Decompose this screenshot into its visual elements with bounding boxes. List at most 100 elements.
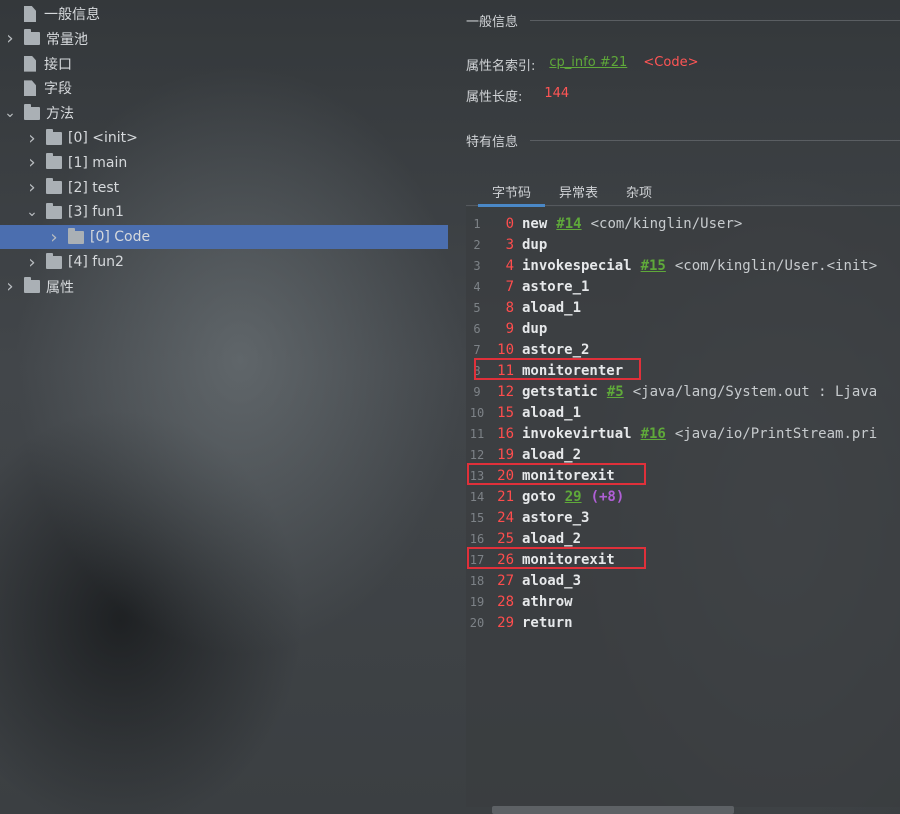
opcode: aload_2 — [522, 530, 582, 547]
branch-offset: (+8) — [590, 488, 625, 505]
tab-bytecode[interactable]: 字节码 — [478, 178, 546, 207]
chevron-right-icon[interactable]: › — [26, 151, 38, 175]
opcode: astore_3 — [522, 509, 590, 526]
line-number: 3 — [473, 258, 481, 273]
bytecode-offset: 7 — [505, 278, 514, 295]
tree-item[interactable]: ⌄ 方法 — [0, 101, 448, 125]
bytecode-line: 6 9 dup — [466, 318, 547, 339]
chevron-right-icon[interactable]: › — [26, 126, 38, 150]
bytecode-offset: 15 — [497, 404, 514, 421]
chevron-down-icon[interactable]: ⌄ — [4, 101, 16, 125]
bytecode-offset: 25 — [497, 530, 514, 547]
name-index-row: 属性名索引: cp_info #21 <Code> — [466, 55, 698, 74]
tree-item-label: [0] <init> — [68, 130, 138, 146]
bytecode-offset: 10 — [497, 341, 514, 358]
chevron-down-icon[interactable]: ⌄ — [26, 200, 38, 224]
bytecode-line: 7 10 astore_2 — [466, 339, 589, 360]
opcode: goto — [522, 488, 556, 505]
opcode: invokevirtual — [522, 425, 632, 442]
tree-item-label: 常量池 — [46, 31, 88, 48]
bytecode-offset: 16 — [497, 425, 514, 442]
tree-item[interactable]: › [2] test — [0, 176, 448, 200]
length-value: 144 — [544, 86, 570, 101]
constant-ref-link[interactable]: #16 — [641, 426, 666, 442]
tree-item[interactable]: 一般信息 — [0, 2, 448, 26]
file-icon — [24, 6, 36, 22]
opcode: dup — [522, 236, 548, 253]
line-number: 14 — [469, 489, 485, 504]
bytecode-line: 3 4 invokespecial #15 <com/kinglin/User.<ini… — [466, 255, 877, 276]
tree-item[interactable]: › [1] main — [0, 151, 448, 175]
tab-exception-table[interactable]: 异常表 — [545, 178, 612, 206]
tree-item-label: 方法 — [46, 106, 74, 123]
name-index-value: <Code> — [643, 55, 699, 70]
operand-comment: <com/kinglin/User> — [590, 215, 743, 232]
bytecode-offset: 19 — [497, 446, 514, 463]
cp-info-link[interactable]: cp_info #21 — [549, 55, 627, 70]
tree-item[interactable]: ⌄ [3] fun1 — [0, 200, 448, 224]
tree-item[interactable]: 接口 — [0, 52, 448, 76]
general-info-title: 一般信息 — [466, 14, 519, 30]
opcode: aload_1 — [522, 299, 582, 316]
horizontal-scrollbar[interactable] — [492, 806, 734, 814]
bytecode-offset: 29 — [497, 614, 514, 631]
line-number: 7 — [473, 342, 481, 357]
class-structure-tree: 一般信息 › 常量池 接口 字段 ⌄ 方法 › [0] <init> › [1] main › [2] … — [0, 0, 448, 814]
opcode: return — [522, 614, 573, 631]
line-number: 12 — [469, 447, 485, 462]
folder-icon — [46, 128, 62, 145]
bytecode-offset: 27 — [497, 572, 514, 589]
opcode: astore_2 — [522, 341, 590, 358]
tree-item[interactable]: › [0] Code — [0, 225, 448, 250]
highlight-box — [474, 358, 641, 380]
bytecode-line: 4 7 astore_1 — [466, 276, 589, 297]
bytecode-line: 19 28 athrow — [466, 591, 573, 612]
tree-item[interactable]: › [4] fun2 — [0, 250, 448, 274]
tree-item-label: 属性 — [46, 279, 74, 296]
folder-icon — [46, 202, 62, 219]
folder-icon — [46, 178, 62, 195]
divider — [530, 139, 900, 141]
highlight-box — [467, 463, 646, 485]
line-number: 5 — [473, 300, 481, 315]
constant-ref-link[interactable]: #15 — [641, 258, 666, 274]
chevron-right-icon[interactable]: › — [26, 250, 38, 274]
tree-item[interactable]: › 常量池 — [0, 27, 448, 51]
line-number: 18 — [469, 573, 485, 588]
constant-ref-link[interactable]: 29 — [565, 489, 582, 505]
chevron-right-icon[interactable]: › — [4, 275, 16, 299]
bytecode-line: 14 21 goto 29 (+8) — [466, 486, 625, 507]
line-number: 1 — [473, 216, 481, 231]
tree-item[interactable]: › 属性 — [0, 275, 448, 299]
tab-exception-table-label: 异常表 — [559, 186, 599, 201]
constant-ref-link[interactable]: #14 — [556, 216, 581, 232]
bytecode-line: 1 0 new #14 <com/kinglin/User> — [466, 213, 742, 234]
tree-item-label: [3] fun1 — [68, 204, 124, 221]
line-number: 9 — [473, 384, 481, 399]
constant-ref-link[interactable]: #5 — [607, 384, 624, 400]
line-number: 10 — [469, 405, 485, 420]
line-number: 20 — [469, 615, 485, 630]
tree-item-label: 接口 — [44, 56, 72, 73]
tree-item[interactable]: › [0] <init> — [0, 126, 448, 150]
chevron-right-icon[interactable]: › — [4, 27, 16, 51]
opcode: aload_2 — [522, 446, 582, 463]
chevron-right-icon[interactable]: › — [26, 176, 38, 200]
bytecode-view[interactable]: 1 0 new #14 <com/kinglin/User> 2 3 dup 3 4 invokes… — [466, 207, 900, 807]
operand-comment: <java/io/PrintStream.pri — [674, 425, 878, 442]
folder-icon — [24, 277, 40, 294]
tab-misc[interactable]: 杂项 — [612, 178, 666, 206]
specific-info-header: 特有信息 — [466, 130, 900, 150]
opcode: dup — [522, 320, 548, 337]
tree-item-label: [2] test — [68, 179, 120, 196]
tab-bar: 字节码 异常表 杂项 — [466, 178, 900, 207]
bytecode-line: 2 3 dup — [466, 234, 547, 255]
highlight-box — [467, 547, 646, 569]
opcode: invokespecial — [522, 257, 632, 274]
bytecode-offset: 3 — [505, 236, 514, 253]
tree-item[interactable]: 字段 — [0, 76, 448, 100]
folder-icon — [24, 29, 40, 46]
detail-panel: 一般信息 属性名索引: cp_info #21 <Code> 属性长度: 144… — [466, 0, 900, 814]
chevron-right-icon[interactable]: › — [48, 225, 60, 249]
